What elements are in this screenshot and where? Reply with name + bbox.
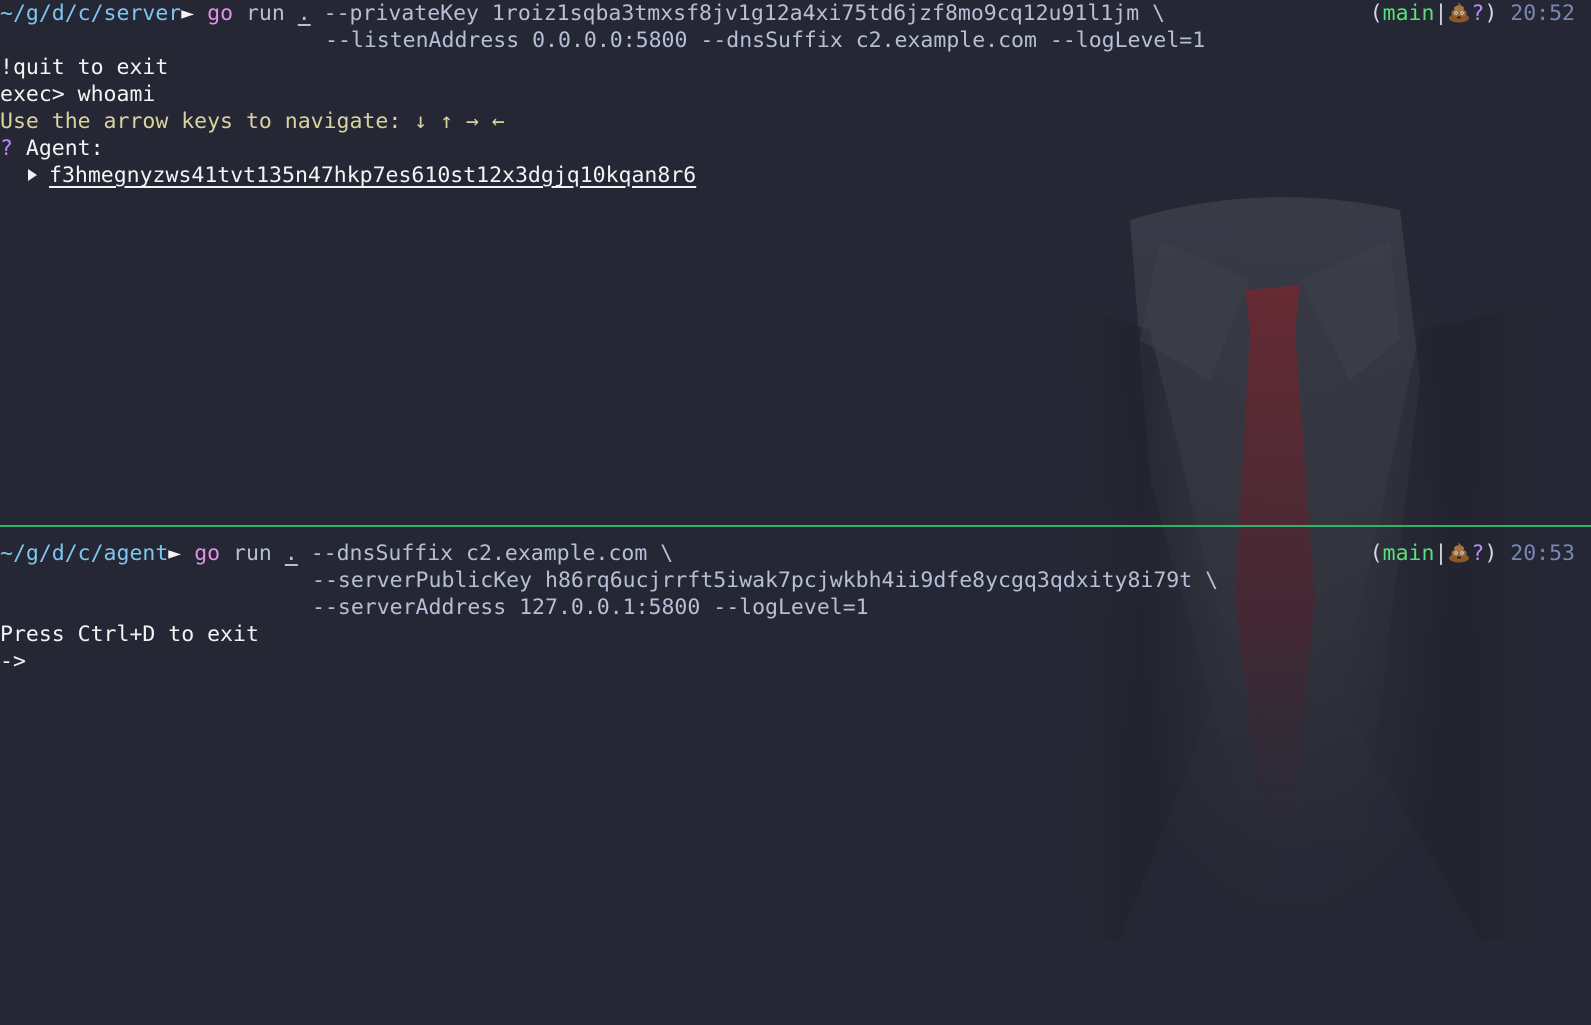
agent-command-line-2: --serverPublicKey h86rq6ucjrrft5iwak7pcj… — [312, 568, 1219, 593]
git-status-flag: ? — [1471, 541, 1485, 566]
git-status-prompt: (main|?) 20:52 — [1370, 0, 1575, 27]
agent-command-line-1: ~/g/d/c/agent► go run . --dnsSuffix c2.e… — [0, 540, 673, 567]
command-run: run — [245, 1, 285, 26]
exec-prompt: exec> — [0, 82, 78, 107]
git-branch: main — [1382, 1, 1435, 26]
command-args: --privateKey 1roiz1sqba3tmxsf8jv1g12a4xi… — [310, 1, 1166, 26]
agent-id[interactable]: f3hmegnyzws41tvt135n47hkp7es610st12x3dgj… — [49, 163, 696, 188]
quit-hint: !quit to exit — [0, 55, 169, 80]
command-path-dot: . — [284, 541, 298, 566]
git-open-paren: ( — [1369, 1, 1383, 26]
git-separator: | — [1434, 541, 1448, 566]
agent-question: ? Agent: — [0, 135, 104, 162]
git-close-paren: ) — [1484, 1, 1498, 26]
git-status-flag: ? — [1471, 1, 1485, 26]
server-command-line-2: --listenAddress 0.0.0.0:5800 --dnsSuffix… — [325, 28, 1206, 53]
command-go: go — [207, 1, 234, 26]
prompt-arrow: ► — [168, 541, 182, 566]
git-separator: | — [1434, 1, 1448, 26]
server-pane[interactable]: ~/g/d/c/server► go run . --privateKey 1r… — [0, 0, 1591, 526]
selection-pointer-icon — [28, 169, 37, 181]
agent-pane[interactable]: ~/g/d/c/agent► go run . --dnsSuffix c2.e… — [0, 527, 1591, 1025]
git-close-paren: ) — [1484, 541, 1498, 566]
question-mark: ? — [0, 136, 13, 161]
command-run: run — [233, 541, 272, 566]
poo-icon — [1449, 543, 1470, 563]
navigate-hint: Use the arrow keys to navigate: ↓ ↑ → ← — [0, 109, 505, 134]
agent-input-prompt[interactable]: -> — [0, 648, 26, 675]
prompt-time: 20:52 — [1510, 1, 1575, 26]
prompt-path: ~/g/d/c/agent — [0, 541, 169, 566]
exit-hint: Press Ctrl+D to exit — [0, 622, 259, 647]
git-status-prompt: (main|?) 20:53 — [1370, 540, 1575, 567]
command-path-dot: . — [297, 1, 311, 26]
git-branch: main — [1382, 541, 1435, 566]
server-command-line-1: ~/g/d/c/server► go run . --privateKey 1r… — [0, 0, 1165, 27]
terminal-window[interactable]: ~/g/d/c/server► go run . --privateKey 1r… — [0, 0, 1591, 1025]
poo-icon — [1449, 3, 1470, 23]
exec-command[interactable]: whoami — [78, 82, 156, 107]
git-open-paren: ( — [1369, 541, 1383, 566]
exec-line: exec> whoami — [0, 81, 155, 108]
prompt-path: ~/g/d/c/server — [0, 1, 182, 26]
command-args: --dnsSuffix c2.example.com \ — [297, 541, 674, 566]
command-go: go — [194, 541, 221, 566]
agent-command-line-3: --serverAddress 127.0.0.1:5800 --logLeve… — [312, 595, 869, 620]
prompt-arrow: ► — [181, 1, 195, 26]
prompt-time: 20:53 — [1510, 541, 1575, 566]
agent-option[interactable]: f3hmegnyzws41tvt135n47hkp7es610st12x3dgj… — [28, 162, 696, 189]
agent-label: Agent: — [12, 136, 104, 161]
